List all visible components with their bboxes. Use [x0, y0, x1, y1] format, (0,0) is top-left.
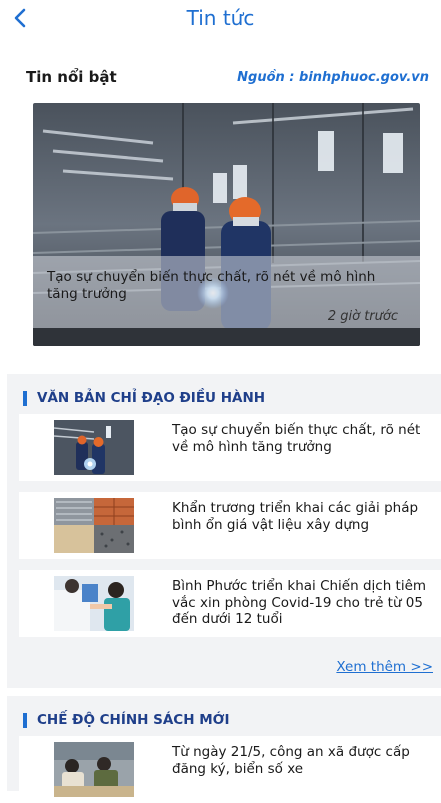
hero-news-card[interactable]: Tạo sự chuyển biến thực chất, rõ nét về … [33, 103, 420, 346]
featured-title: Tin nổi bật [26, 68, 117, 86]
section-bar-icon [23, 712, 27, 728]
news-item[interactable]: Từ ngày 21/5, công an xã được cấp đăng k… [19, 736, 441, 803]
featured-header: Tin nổi bật Nguồn : binhphuoc.gov.vn [26, 68, 429, 90]
page-title: Tin tức [186, 6, 255, 30]
construction-materials-image [54, 498, 134, 553]
news-item-title: Khẩn trương triển khai các giải pháp bìn… [172, 500, 419, 533]
source-link[interactable]: Nguồn : binhphuoc.gov.vn [237, 70, 429, 85]
section-header: CHẾ ĐỘ CHÍNH SÁCH MỚI [23, 710, 229, 730]
news-item-title: Từ ngày 21/5, công an xã được cấp đăng k… [172, 744, 410, 777]
news-item[interactable]: Bình Phước triển khai Chiến dịch tiêm vắ… [19, 570, 441, 637]
see-more-link[interactable]: Xem thêm >> [336, 659, 433, 675]
news-item-title: Bình Phước triển khai Chiến dịch tiêm vắ… [172, 578, 427, 627]
hero-timestamp: 2 giờ trước [327, 309, 398, 324]
news-item-title: Tạo sự chuyển biến thực chất, rõ nét về … [172, 422, 421, 455]
vaccination-image [54, 576, 134, 631]
section-new-policies: CHẾ ĐỘ CHÍNH SÁCH MỚI Từ ngày 21/5, công… [7, 696, 441, 803]
section-title: CHẾ ĐỘ CHÍNH SÁCH MỚI [37, 712, 230, 728]
section-directive-documents: VĂN BẢN CHỈ ĐẠO ĐIỀU HÀNH Tạo sự chuyển … [7, 374, 441, 688]
section-bar-icon [23, 390, 27, 406]
hero-caption: Tạo sự chuyển biến thực chất, rõ nét về … [47, 269, 376, 302]
section-header: VĂN BẢN CHỈ ĐẠO ĐIỀU HÀNH [23, 388, 265, 408]
news-item[interactable]: Khẩn trương triển khai các giải pháp bìn… [19, 492, 441, 559]
app-header: Tin tức [0, 0, 441, 40]
police-office-image [54, 742, 134, 797]
news-item[interactable]: Tạo sự chuyển biến thực chất, rõ nét về … [19, 414, 441, 481]
section-title: VĂN BẢN CHỈ ĐẠO ĐIỀU HÀNH [37, 390, 266, 406]
welding-workers-image [54, 420, 134, 475]
